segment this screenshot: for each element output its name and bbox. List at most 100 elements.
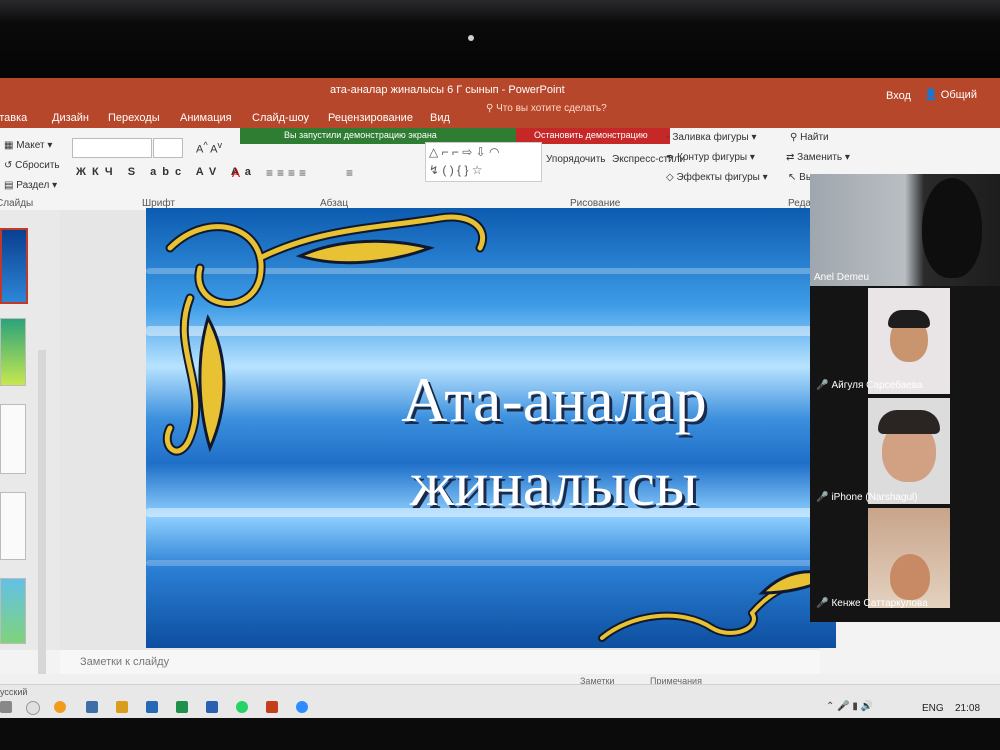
input-language-label: усский bbox=[0, 687, 28, 697]
search-icon[interactable] bbox=[26, 701, 40, 715]
slide-thumbnail-1[interactable] bbox=[0, 228, 28, 304]
ribbon-tabs: вставка Дизайн Переходы Анимация Слайд-ш… bbox=[0, 103, 1000, 128]
windows-icon[interactable] bbox=[0, 701, 12, 713]
layout-icon: ▦ bbox=[4, 140, 14, 151]
pen-icon: ✒ bbox=[666, 152, 675, 163]
clock[interactable]: 21:08 bbox=[955, 703, 980, 714]
stop-share-label: Остановить демонстрацию bbox=[534, 130, 648, 140]
slide-thumbnail-pane bbox=[0, 210, 60, 680]
columns-icon[interactable]: ≡ bbox=[346, 166, 353, 180]
keyboard-language[interactable]: ENG bbox=[922, 703, 944, 714]
tell-me-box[interactable]: ⚲ Что вы хотите сделать? bbox=[486, 103, 607, 114]
sign-in-link[interactable]: Вход bbox=[886, 90, 911, 102]
participant-tile[interactable] bbox=[868, 398, 950, 504]
whatsapp-icon[interactable] bbox=[236, 701, 248, 713]
tab-insert[interactable]: вставка bbox=[0, 112, 27, 124]
find-label: Найти bbox=[800, 132, 829, 143]
mail-icon[interactable] bbox=[146, 701, 158, 713]
shapes-gallery[interactable]: △ ⌐ ⌐ ⇨ ⇩ ◠ ↯ ( ) { } ☆ bbox=[425, 142, 542, 182]
video-participants-panel: Anel Demeu 🎤 Айгуля Сарсебаева 🎤 iPhone (N… bbox=[810, 174, 1000, 622]
paint-bucket-icon: ◦ bbox=[666, 132, 670, 143]
participant-tile[interactable]: Anel Demeu bbox=[810, 174, 1000, 286]
font-name-input[interactable] bbox=[72, 138, 152, 158]
explorer-icon[interactable] bbox=[86, 701, 98, 713]
tab-review[interactable]: Рецензирование bbox=[328, 112, 413, 124]
slide-thumbnail-4[interactable] bbox=[0, 492, 26, 560]
participant-name: Anel Demeu bbox=[814, 272, 870, 283]
replace-icon: ⇄ bbox=[786, 152, 795, 163]
lightbulb-icon: ⚲ bbox=[486, 103, 494, 114]
reset-button[interactable]: ↺ Сбросить bbox=[4, 160, 60, 171]
folder-icon[interactable] bbox=[116, 701, 128, 713]
participant-silhouette bbox=[922, 178, 982, 278]
group-slides-label: Слайды bbox=[0, 198, 34, 209]
participant-name: iPhone (Narshagul) bbox=[831, 492, 918, 503]
tray-icons[interactable]: ⌃ 🎤 ▮ 🔊 bbox=[826, 701, 873, 712]
participant-name: Кенже Саттаркулова bbox=[831, 598, 928, 609]
participant-tile[interactable] bbox=[868, 288, 950, 394]
tab-view[interactable]: Вид bbox=[430, 112, 450, 124]
slide-title-line-1: Ата-аналар bbox=[401, 364, 707, 435]
slide-title[interactable]: Ата-аналар жиналысы bbox=[324, 358, 784, 526]
shape-fill-button[interactable]: ◦ Заливка фигуры ▾ bbox=[666, 132, 757, 143]
participant-name: Айгуля Сарсебаева bbox=[831, 380, 923, 391]
thumbnail-scrollbar[interactable] bbox=[38, 350, 46, 680]
participant-label: 🎤 Кенже Саттаркулова bbox=[816, 598, 928, 609]
font-size-input[interactable] bbox=[153, 138, 183, 158]
muted-mic-icon: 🎤 bbox=[816, 598, 829, 609]
zoom-icon[interactable] bbox=[296, 701, 308, 713]
cursor-icon: ↖ bbox=[788, 172, 797, 183]
effects-icon: ◇ bbox=[666, 172, 674, 183]
window-title: ата-аналар жиналысы 6 Г сынып - PowerPoi… bbox=[330, 84, 565, 96]
search-icon: ⚲ bbox=[790, 132, 798, 143]
reset-icon: ↺ bbox=[4, 160, 13, 171]
slide-thumbnail-5[interactable] bbox=[0, 578, 26, 644]
shape-outline-button[interactable]: ✒ Контур фигуры ▾ bbox=[666, 152, 755, 163]
tab-animation[interactable]: Анимация bbox=[180, 112, 232, 124]
screen: ата-аналар жиналысы 6 Г сынып - PowerPoi… bbox=[0, 78, 1000, 718]
slide-thumbnail-2[interactable] bbox=[0, 318, 26, 386]
tab-transitions[interactable]: Переходы bbox=[108, 112, 160, 124]
shape-effects-button[interactable]: ◇ Эффекты фигуры ▾ bbox=[666, 172, 768, 183]
find-button[interactable]: ⚲ Найти bbox=[790, 132, 829, 143]
participant-face bbox=[890, 554, 930, 600]
replace-button[interactable]: ⇄ Заменить ▾ bbox=[786, 152, 850, 163]
section-button[interactable]: ▤ Раздел ▾ bbox=[4, 180, 57, 191]
webcam-dot bbox=[468, 35, 474, 41]
arrange-button[interactable]: Упорядочить bbox=[546, 154, 606, 165]
chrome-icon[interactable] bbox=[54, 701, 66, 713]
excel-icon[interactable] bbox=[176, 701, 188, 713]
font-color-icon[interactable]: A bbox=[232, 166, 240, 180]
tab-design[interactable]: Дизайн bbox=[52, 112, 89, 124]
shape-outline-label: Контур фигуры bbox=[677, 152, 748, 163]
slide-thumbnail-3[interactable] bbox=[0, 404, 26, 474]
font-grow-icon[interactable]: A^ Av bbox=[196, 140, 222, 156]
title-bar: ата-аналар жиналысы 6 Г сынып - PowerPoi… bbox=[0, 78, 1000, 113]
current-slide[interactable]: Ата-аналар жиналысы bbox=[146, 208, 836, 648]
section-icon: ▤ bbox=[4, 180, 14, 191]
monitor-bezel-top bbox=[0, 0, 1000, 78]
shape-fill-label: Заливка фигуры bbox=[672, 132, 749, 143]
participant-tile[interactable] bbox=[868, 508, 950, 608]
powerpoint-icon[interactable] bbox=[266, 701, 278, 713]
monitor-bezel-bottom bbox=[0, 718, 1000, 750]
participant-label: 🎤 iPhone (Narshagul) bbox=[816, 492, 918, 503]
screen-share-status: Вы запустили демонстрацию экрана bbox=[284, 130, 437, 140]
word-icon[interactable] bbox=[206, 701, 218, 713]
user-icon: 👤 bbox=[924, 89, 938, 101]
notes-placeholder: Заметки к слайду bbox=[80, 656, 170, 668]
font-style-icons[interactable]: ЖКЧ S abc AV Aa bbox=[76, 166, 257, 178]
muted-mic-icon: 🎤 bbox=[816, 492, 829, 503]
layout-label: Макет bbox=[16, 140, 45, 151]
section-label: Раздел bbox=[16, 180, 50, 191]
participant-label: 🎤 Айгуля Сарсебаева bbox=[816, 380, 922, 391]
tell-me-text: Что вы хотите сделать? bbox=[496, 103, 607, 114]
notes-pane[interactable]: Заметки к слайду bbox=[60, 650, 820, 674]
replace-label: Заменить bbox=[797, 152, 843, 163]
shape-effects-label: Эффекты фигуры bbox=[676, 172, 760, 183]
layout-button[interactable]: ▦ Макет ▾ bbox=[4, 140, 52, 151]
muted-mic-icon: 🎤 bbox=[816, 380, 829, 391]
paragraph-align-icons[interactable]: ≡≡≡≡ bbox=[266, 166, 310, 180]
taskbar: усский ⌃ 🎤 ▮ 🔊 ENG 21:08 bbox=[0, 684, 1000, 718]
tab-slideshow[interactable]: Слайд-шоу bbox=[252, 112, 309, 124]
